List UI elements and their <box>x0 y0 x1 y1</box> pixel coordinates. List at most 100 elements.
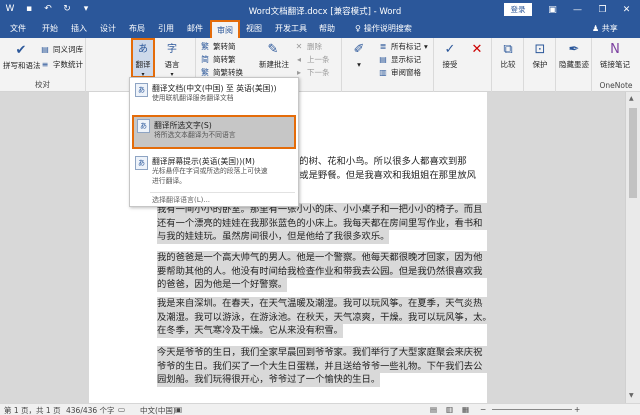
person-icon: ♟ <box>592 24 600 33</box>
language-button[interactable]: 字 语言 ▾ <box>160 41 184 80</box>
delete-comment-button[interactable]: ✕ 删除 <box>294 41 322 52</box>
read-mode-icon[interactable]: ▤ <box>430 405 437 414</box>
paragraph-4[interactable]: 我是来自深圳。在春天，在天气温暖及潮湿。我可以玩风筝。在夏季，天气炎热 及潮湿。… <box>157 297 492 339</box>
zoom-slider[interactable] <box>492 409 572 410</box>
delete-comment-icon: ✕ <box>295 41 303 51</box>
text-line: 我是来自深圳。在春天，在天气温暖及潮湿。我可以玩风筝。在夏季，天气炎热 <box>157 297 487 311</box>
undo-icon[interactable]: ↶ <box>42 3 54 15</box>
hide-ink-button[interactable]: ✒ 隐藏墨迹 <box>558 41 590 70</box>
text-line: 与我的娃娃玩。虽然房间很小，但是他给了我很多欢乐。 <box>157 230 390 245</box>
tab-insert[interactable]: 插入 <box>71 23 87 34</box>
tab-view[interactable]: 视图 <box>246 23 262 34</box>
translate-document-icon: あ <box>135 83 148 97</box>
tab-design[interactable]: 设计 <box>100 23 116 34</box>
word-app-icon: W <box>5 4 15 14</box>
choose-translation-language-item[interactable]: 选择翻译语言(L)... <box>152 195 210 205</box>
text-line: 还有一个漂亮的娃娃在我那张蓝色的小床上。我每天都在房间里写作业，看书和 <box>157 216 487 231</box>
tab-home[interactable]: 开始 <box>42 23 58 34</box>
paragraph-2[interactable]: 我有一间小小的卧室。那里有一张小小的床、小小桌子和一把小小的椅子。而且 还有一个… <box>157 203 487 245</box>
compare-button[interactable]: ⧉ 比较 <box>495 41 521 70</box>
translate-document-item[interactable]: あ 翻译文档(中文(中国) 至 英语(美国)) 使用联机翻译服务翻译文档 <box>132 81 296 113</box>
show-markup-icon: ▤ <box>379 54 387 64</box>
page-count[interactable]: 第 1 页，共 1 页 <box>4 405 61 415</box>
close-icon[interactable]: ✕ <box>615 0 638 20</box>
tab-layout[interactable]: 布局 <box>129 23 145 34</box>
search-hint: 操作说明搜索 <box>363 24 412 33</box>
ribbon-display-options-icon[interactable]: ▣ <box>540 0 565 20</box>
word-count-button[interactable]: ≡ 字数统计 <box>40 59 83 70</box>
track-changes-icon: ✐ <box>353 42 365 57</box>
menu-separator <box>150 192 295 193</box>
scroll-down-icon[interactable]: ▼ <box>629 392 634 399</box>
quick-access-dropdown-icon[interactable]: ▾ <box>80 3 92 15</box>
text-line: 步或是野餐。但是我喜欢和我姐姐在那里放风 <box>290 169 476 181</box>
tab-references[interactable]: 引用 <box>158 23 174 34</box>
translate-selection-icon: あ <box>137 119 150 133</box>
tab-help[interactable]: 帮助 <box>319 23 335 34</box>
text-line: 要帮助其他的人。他没有时间给我检查作业和带我去公园。但是我仍然很喜欢我 <box>157 264 487 279</box>
linked-notes-button[interactable]: N 链接笔记 <box>600 41 630 70</box>
tab-developer[interactable]: 开发工具 <box>275 23 307 34</box>
share-button[interactable]: ♟ 共享 <box>592 23 618 34</box>
show-markup-button[interactable]: ▤ 显示标记 <box>378 54 421 65</box>
accept-button[interactable]: ✓ 接受 <box>437 41 463 70</box>
proofing-status-icon[interactable]: ▭ <box>118 405 125 414</box>
next-icon: ▸ <box>296 67 301 77</box>
onenote-icon: N <box>610 42 620 57</box>
previous-icon: ◂ <box>296 54 301 64</box>
text-line: 今天是爷爷的生日，我们全家早晨回到爷爷家。我们举行了大型家庭聚会来庆祝 <box>157 346 487 360</box>
conversion-icon: 繁 <box>201 67 209 77</box>
previous-comment-button[interactable]: ◂ 上一条 <box>294 54 330 65</box>
reject-button[interactable]: ✕ <box>466 41 488 60</box>
word-count-status[interactable]: 436/436 个字 <box>66 405 115 415</box>
minimize-icon[interactable]: — <box>565 0 590 20</box>
paragraph-5[interactable]: 今天是爷爷的生日，我们全家早晨回到爷爷家。我们举行了大型家庭聚会来庆祝 爷爷的生… <box>157 346 487 388</box>
paragraph-1[interactable]: 丽的树、花和小鸟。所以很多人都喜欢到那 步或是野餐。但是我喜欢和我姐姐在那里放风 <box>290 155 480 182</box>
protect-button[interactable]: ⊡ 保护 <box>527 41 553 70</box>
translate-selected-text-item[interactable]: あ 翻译所选文字(S) 将所选文本翻译为不同语言 <box>132 115 296 149</box>
print-layout-icon[interactable]: ▥ <box>446 405 453 414</box>
group-changes: ✓ 接受 ✕ <box>434 38 492 92</box>
simplified-button[interactable]: 繁 繁转简 <box>200 41 236 52</box>
paragraph-3[interactable]: 我的爸爸是一个高大帅气的男人。他是一个警察。他每天都很晚才回家，因为他 要帮助其… <box>157 251 487 293</box>
next-comment-button[interactable]: ▸ 下一条 <box>294 67 330 78</box>
tab-file[interactable]: 文件 <box>10 23 26 34</box>
web-layout-icon[interactable]: ▦ <box>462 405 469 414</box>
text-line: 我的爸爸是一个高大帅气的男人。他是一个警察。他每天都很晚才回家，因为他 <box>157 251 487 265</box>
thesaurus-icon: ▤ <box>41 44 49 54</box>
word-count-icon: ≡ <box>41 59 49 69</box>
title-bar: W ▪ ↶ ↻ ▾ Word文档翻译.docx [兼容模式] - Word 登录… <box>0 0 640 20</box>
vertical-scrollbar[interactable]: ▲ ▼ <box>625 92 640 403</box>
reviewing-pane-button[interactable]: ▥ 审阅窗格 <box>378 67 421 78</box>
zoom-out-icon[interactable]: − <box>480 405 486 414</box>
window-title: Word文档翻译.docx [兼容模式] - Word <box>248 7 402 17</box>
zoom-in-icon[interactable]: + <box>574 405 580 414</box>
new-comment-button[interactable]: ✎ 新建批注 <box>259 41 289 70</box>
save-icon[interactable]: ▪ <box>23 3 35 15</box>
login-button[interactable]: 登录 <box>504 3 532 16</box>
language-status[interactable]: 中文(中国) <box>140 405 176 415</box>
group-proofing: ✔ 拼写和语法 ▤ 同义词库 ≡ 字数统计 校对 <box>0 38 86 92</box>
reviewing-pane-icon: ▥ <box>379 67 387 77</box>
group-tracking: ✐ ▾ ≣ 所有标记 ▾ ▤ 显示标记 ▥ 审阅窗格 <box>342 38 434 92</box>
tell-me-search[interactable]: ♀ 操作说明搜索 <box>355 23 412 34</box>
track-changes-button[interactable]: ✐ ▾ <box>346 41 372 70</box>
scrollbar-thumb[interactable] <box>629 108 637 198</box>
translate-button[interactable]: あ 翻译 ▾ <box>131 38 155 78</box>
redo-icon[interactable]: ↻ <box>61 3 73 15</box>
text-line: 及潮湿。我可以游泳，在游泳池。在秋天，天气凉爽，干燥。我可以玩风筝，太。 <box>157 310 492 325</box>
tab-mailings[interactable]: 邮件 <box>187 23 203 34</box>
thesaurus-button[interactable]: ▤ 同义词库 <box>40 44 83 55</box>
tab-review[interactable]: 审阅 <box>210 20 240 38</box>
text-line: 在冬季，天气寒冷及干燥。它从来没有积雪。 <box>157 324 343 339</box>
lock-icon: ⊡ <box>534 42 546 57</box>
markup-select[interactable]: ≣ 所有标记 ▾ <box>378 41 428 52</box>
translate-screentip-item[interactable]: あ 翻译屏幕提示(英语(美国))(M) 光标悬停在字词或所选的段落上可快速 进行… <box>132 154 296 190</box>
scroll-up-icon[interactable]: ▲ <box>629 95 634 102</box>
restore-icon[interactable]: ❐ <box>590 0 615 20</box>
language-icon: 字 <box>167 44 177 55</box>
text-line: 丽的树、花和小鸟。所以很多人都喜欢到那 <box>290 156 467 167</box>
macro-icon[interactable]: ▣ <box>175 405 182 414</box>
traditional-button[interactable]: 简 简转繁 <box>200 54 236 65</box>
spelling-grammar-button[interactable]: ✔ 拼写和语法 <box>3 42 41 71</box>
